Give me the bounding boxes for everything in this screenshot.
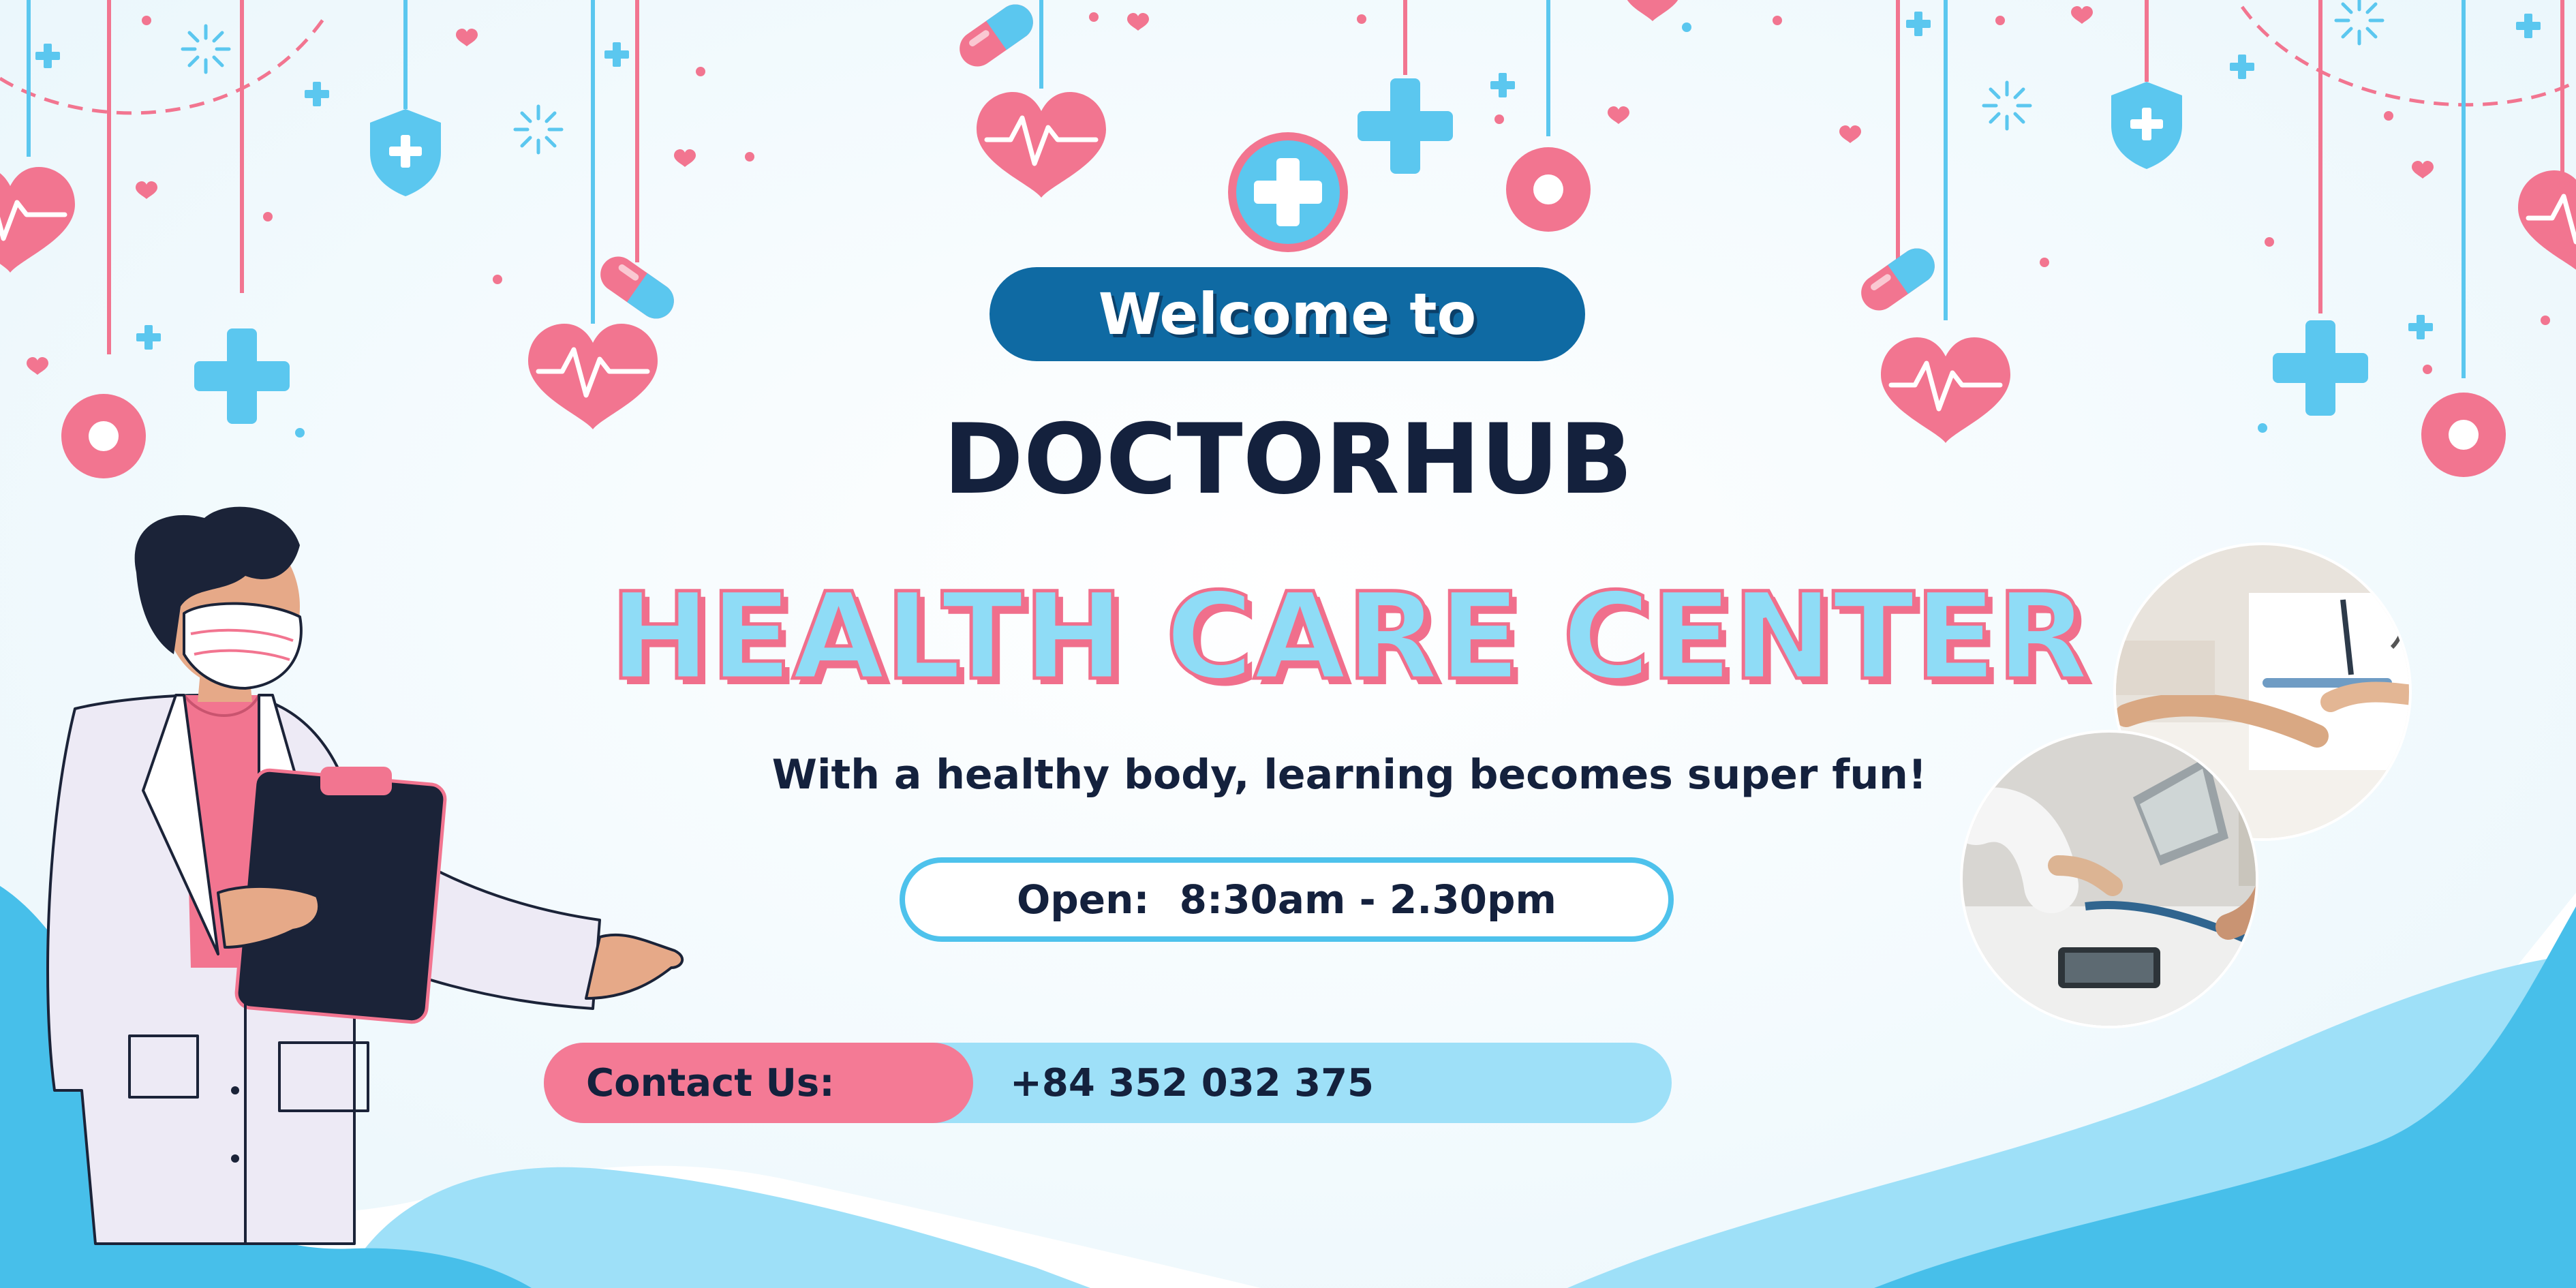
medical-cross-icon (2273, 320, 2368, 416)
heart-ornament-icon (1624, 0, 1681, 21)
contact-label-text: Contact Us: (586, 1060, 835, 1105)
heart-ornament-icon (977, 92, 1106, 198)
shield-cross-icon (370, 109, 441, 196)
banner: Welcome to DOCTORHUB HEALTH CARE CENTER … (0, 0, 2576, 1288)
heart-ornament-icon (2518, 170, 2576, 276)
headline: HEALTH CARE CENTER (608, 566, 2090, 709)
medical-cross-icon (194, 328, 290, 424)
medical-cross-icon (1358, 78, 1453, 174)
ring-ornament-icon (61, 394, 146, 478)
tagline: With a healthy body, learning becomes su… (771, 751, 1927, 799)
pill-capsule-icon (952, 0, 1041, 74)
welcome-text: Welcome to (1098, 281, 1477, 348)
ring-ornament-icon (1506, 147, 1591, 232)
heart-ornament-icon (528, 324, 658, 429)
shield-cross-icon (2111, 82, 2182, 169)
hours-value: 8:30am - 2.30pm (1179, 876, 1557, 923)
welcome-badge: Welcome to (990, 267, 1585, 361)
heart-ornament-icon (1881, 337, 2010, 443)
contact-label: Contact Us: (544, 1043, 973, 1123)
hours-label: Open: (1016, 876, 1150, 923)
ring-ornament-icon (2421, 393, 2506, 477)
heart-ornament-icon (0, 167, 75, 273)
contact-phone: +84 352 032 375 (1010, 1060, 1375, 1105)
medical-cross-icon (1228, 132, 1348, 252)
opening-hours: Open: 8:30am - 2.30pm (900, 857, 1674, 942)
brand-title: DOCTORHUB (942, 403, 1634, 516)
